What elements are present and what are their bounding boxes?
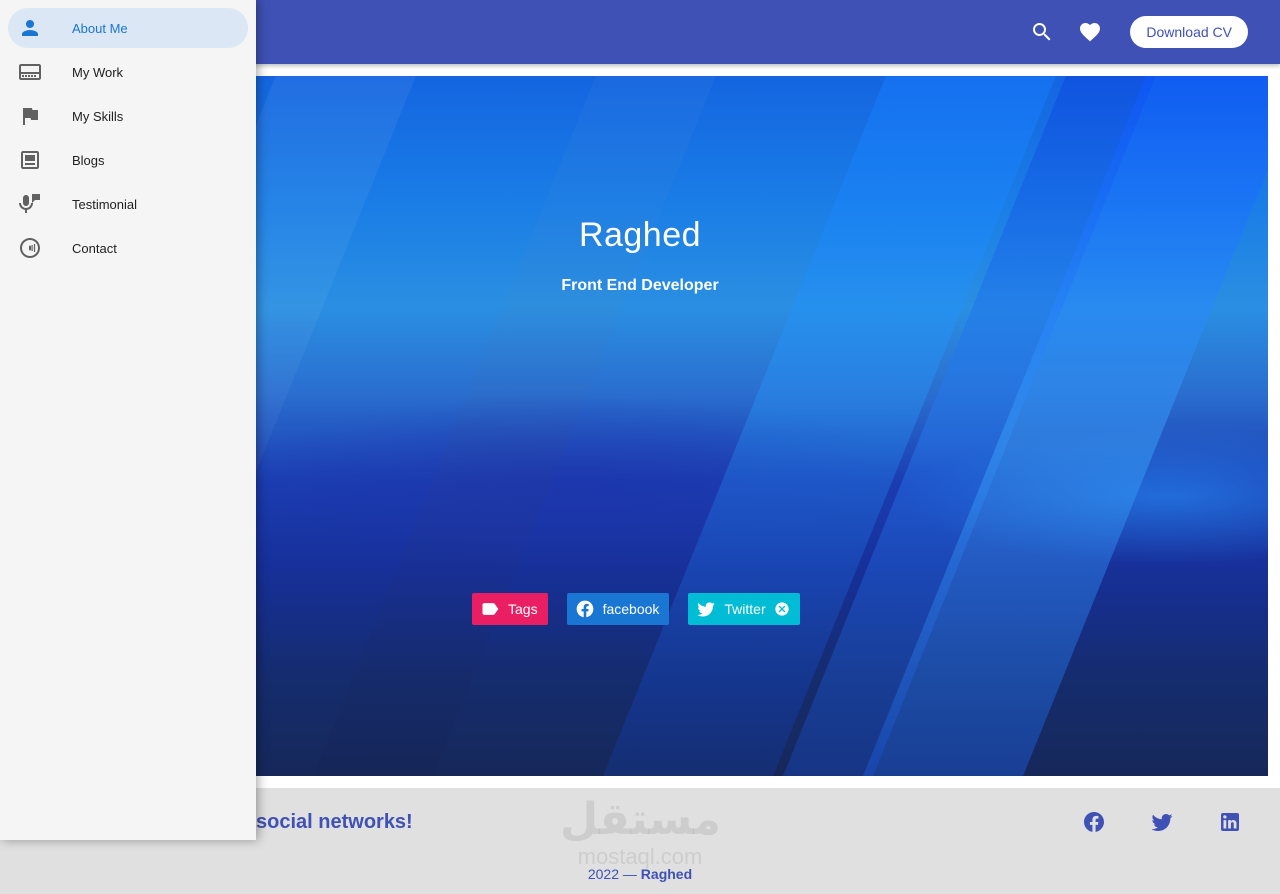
- navigation-drawer: About Me My Work My Skills Blogs Testimo…: [0, 0, 256, 840]
- nav-item-label: About Me: [72, 20, 128, 36]
- nav-item-contact[interactable]: Contact: [8, 228, 248, 268]
- heart-icon[interactable]: [1078, 20, 1102, 44]
- twitter-icon: [697, 602, 716, 617]
- copyright-name: Raghed: [640, 866, 693, 882]
- nav-item-label: Testimonial: [72, 196, 138, 212]
- copyright-year: 2022 —: [587, 866, 637, 882]
- article-icon: [18, 148, 42, 172]
- label-icon: [482, 603, 499, 615]
- twitter-icon[interactable]: [1150, 810, 1174, 834]
- search-icon[interactable]: [1030, 20, 1054, 44]
- nav-item-about-me[interactable]: About Me: [8, 8, 248, 48]
- hero-chips: Tags facebook Twitter: [472, 593, 800, 625]
- watermark-latin: mostaql.com: [577, 844, 703, 869]
- app-bar-actions: Download CV: [1030, 16, 1248, 48]
- work-display-icon: [18, 60, 42, 84]
- mic-feedback-icon: [18, 192, 42, 216]
- flag-icon: [18, 104, 42, 128]
- tags-chip-label: Tags: [508, 601, 538, 617]
- watermark-arabic: مستقل: [560, 794, 721, 845]
- nav-item-testimonial[interactable]: Testimonial: [8, 184, 248, 224]
- facebook-chip-label: facebook: [602, 601, 660, 617]
- nav-item-my-skills[interactable]: My Skills: [8, 96, 248, 136]
- mostaql-watermark: مستقل mostaql.com: [560, 794, 721, 869]
- facebook-icon[interactable]: [1082, 810, 1106, 834]
- copyright: 2022 — Raghed: [0, 866, 1280, 882]
- nav-item-label: My Work: [72, 64, 124, 80]
- footer-social-links: [1038, 810, 1242, 834]
- tags-chip[interactable]: Tags: [472, 593, 548, 625]
- twitter-chip[interactable]: Twitter: [688, 593, 800, 625]
- nav-item-label: My Skills: [72, 108, 124, 124]
- nav-item-my-work[interactable]: My Work: [8, 52, 248, 92]
- linkedin-icon[interactable]: [1218, 810, 1242, 834]
- footer-social-text: social networks!: [256, 811, 413, 833]
- nav-item-label: Contact: [72, 240, 117, 256]
- nav-item-label: Blogs: [72, 152, 105, 168]
- facebook-chip[interactable]: facebook: [566, 593, 670, 625]
- twitter-chip-label: Twitter: [724, 601, 766, 617]
- nav-item-blogs[interactable]: Blogs: [8, 140, 248, 180]
- broadcast-icon: [18, 236, 42, 260]
- download-cv-button[interactable]: Download CV: [1130, 16, 1248, 48]
- person-icon: [18, 16, 42, 40]
- close-icon[interactable]: [774, 601, 790, 617]
- facebook-icon: [576, 600, 593, 618]
